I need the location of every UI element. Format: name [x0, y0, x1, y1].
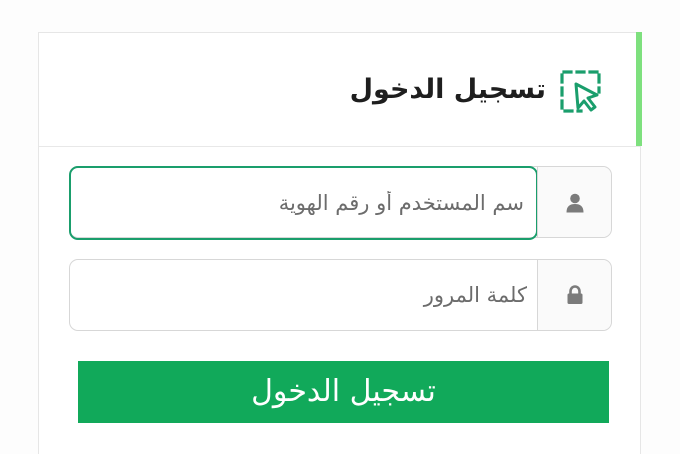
login-button[interactable]: تسجيل الدخول [78, 361, 609, 423]
password-addon [537, 260, 611, 330]
password-field [69, 259, 612, 331]
login-card: تسجيل الدخول تسجيل الدخول [38, 32, 642, 454]
username-field [69, 166, 612, 240]
page-title: تسجيل الدخول [349, 74, 546, 105]
password-input[interactable] [70, 260, 539, 330]
header-accent-bar [636, 32, 642, 146]
username-input[interactable] [69, 166, 538, 240]
lock-icon [567, 285, 583, 304]
login-page: تسجيل الدخول تسجيل الدخول [0, 0, 680, 454]
username-addon [537, 167, 611, 237]
user-icon [566, 193, 584, 213]
card-header: تسجيل الدخول [39, 32, 642, 147]
cursor-select-icon [560, 70, 601, 113]
